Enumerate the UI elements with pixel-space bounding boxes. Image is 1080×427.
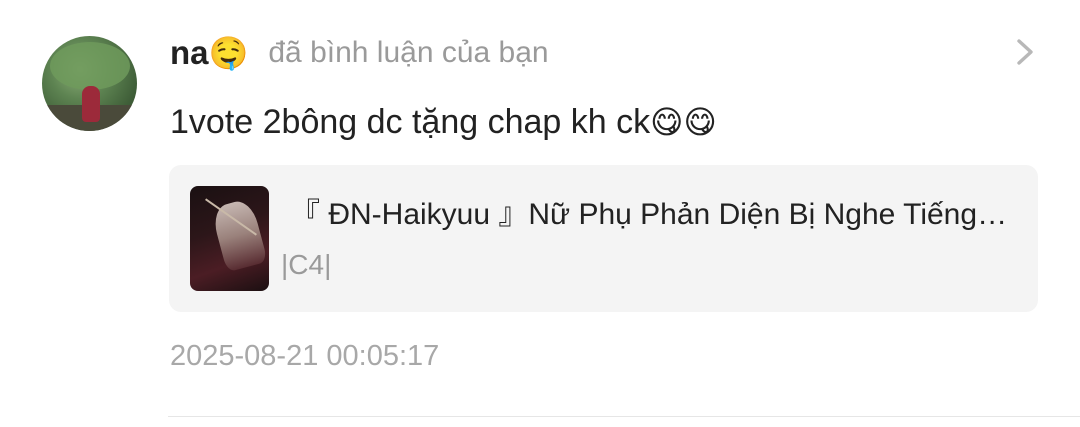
notification-header: na 🤤 đã bình luận của bạn <box>170 28 549 78</box>
comment-emojis: 😋😋 <box>650 103 717 141</box>
username-emoji: 🤤 <box>208 34 249 72</box>
divider <box>168 416 1080 417</box>
comment-timestamp: 2025-08-21 00:05:17 <box>170 340 440 372</box>
action-text: đã bình luận của bạn <box>268 36 549 69</box>
story-chapter: |C4| <box>281 249 332 280</box>
story-card[interactable]: 『 ĐN-Haikyuu 』Nữ Phụ Phản Diện Bị Nghe T… <box>169 165 1038 312</box>
comment-text: 1vote 2bông dc tặng chap kh ck <box>170 102 651 141</box>
chevron-right-icon[interactable] <box>1010 34 1040 70</box>
comment-body: 1vote 2bông dc tặng chap kh ck 😋😋 <box>170 96 717 148</box>
story-title[interactable]: 『 ĐN-Haikyuu 』Nữ Phụ Phản Diện Bị Nghe T… <box>290 193 1015 237</box>
story-cover[interactable] <box>190 186 269 291</box>
username[interactable]: na <box>170 34 209 72</box>
avatar-foliage <box>50 42 130 90</box>
avatar-person <box>82 86 100 122</box>
user-avatar[interactable] <box>42 36 137 131</box>
comment-notification[interactable]: na 🤤 đã bình luận của bạn 1vote 2bông dc… <box>0 0 1080 427</box>
